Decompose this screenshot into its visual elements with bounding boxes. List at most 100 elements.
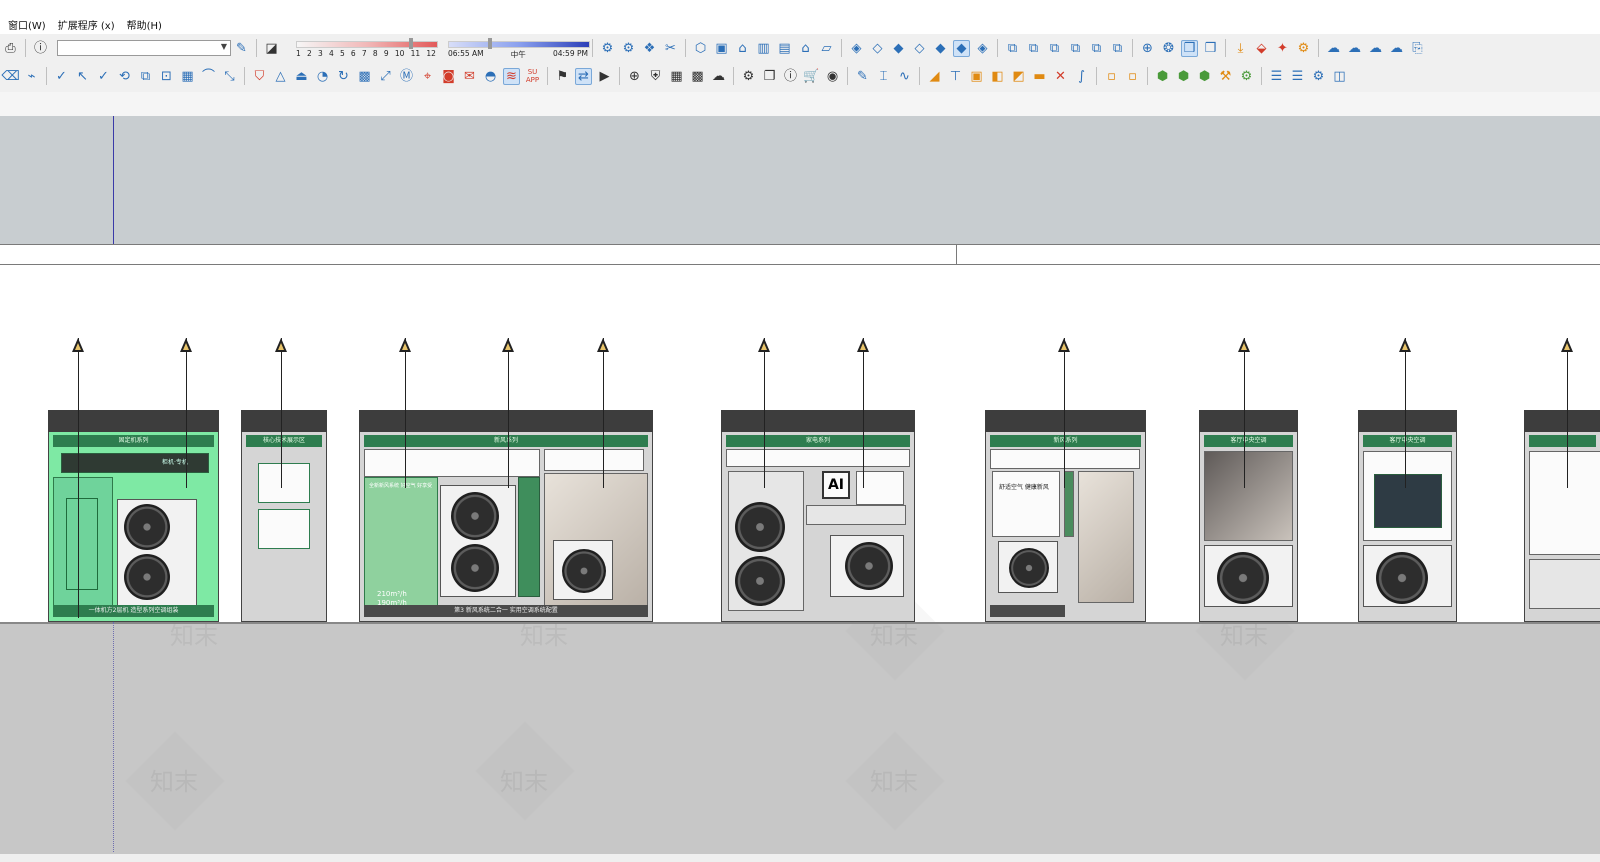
share-icon[interactable]: ⎘ (1409, 40, 1426, 57)
lasso-icon[interactable]: ⟲ (116, 68, 133, 85)
slider-handle[interactable] (409, 38, 413, 49)
select-icon[interactable]: ✓ (95, 68, 112, 85)
pencil-icon[interactable]: ✎ (854, 68, 871, 85)
stack-icon[interactable]: ⬙ (1253, 40, 1270, 57)
dome-icon[interactable]: ◓ (482, 68, 499, 85)
copy-icon[interactable]: ⧉ (137, 68, 154, 85)
shadow-toggle-icon[interactable]: ◪ (263, 40, 280, 57)
cloud-icon[interactable]: ☁ (1367, 40, 1384, 57)
mail-icon[interactable]: ✉ (461, 68, 478, 85)
cube-icon[interactable]: ❒ (1202, 40, 1219, 57)
tape-icon[interactable]: ▬ (1031, 68, 1048, 85)
style-mono-icon[interactable]: ◈ (974, 40, 991, 57)
add-icon[interactable]: ⊕ (626, 68, 643, 85)
view-right-icon[interactable]: ▥ (755, 40, 772, 57)
style-shaded-icon[interactable]: ◆ (932, 40, 949, 57)
tape-icon[interactable]: ⌁ (23, 68, 40, 85)
stamp-icon[interactable]: ⏏ (293, 68, 310, 85)
select-icon[interactable]: ✓ (53, 68, 70, 85)
shadow-month-slider[interactable]: 12 34 56 78 9 10 11 12 (296, 37, 438, 59)
gear-icon[interactable]: ⚙ (1238, 68, 1255, 85)
gear-icon[interactable]: ⚙ (1310, 68, 1327, 85)
view-iso-icon[interactable]: ⬡ (692, 40, 709, 57)
style-wireframe-icon[interactable]: ◆ (890, 40, 907, 57)
booth-4[interactable]: 家电系列 AI (721, 410, 915, 622)
view-front-icon[interactable]: ⌂ (734, 40, 751, 57)
rect-icon[interactable]: ▫ (1124, 68, 1141, 85)
signal-icon[interactable]: ≋ (503, 67, 520, 85)
view-bottom-icon[interactable]: ▱ (818, 40, 835, 57)
tree-icon[interactable]: ⊤ (947, 68, 964, 85)
layers-icon[interactable]: ☰ (1289, 68, 1306, 85)
style-xray-icon[interactable]: ◈ (848, 40, 865, 57)
tag-icon[interactable]: ⚑ (554, 68, 571, 85)
layers-icon[interactable]: ☰ (1268, 68, 1285, 85)
eraser-icon[interactable]: ⌫ (1, 68, 19, 85)
scissors-icon[interactable]: ✂ (662, 40, 679, 57)
box-green-icon[interactable]: ⬢ (1175, 68, 1192, 85)
twist-icon[interactable]: ∿ (896, 68, 913, 85)
booth-3[interactable]: 新风系列 全新新风系统 好空气 好享受 210m³/h 190m³/h 第3 新… (359, 410, 653, 622)
ruler-icon[interactable]: ◢ (926, 68, 943, 85)
broom-icon[interactable]: ⚒ (1217, 68, 1234, 85)
settings-icon[interactable]: ⚙ (740, 68, 757, 85)
view-back-icon[interactable]: ▤ (776, 40, 793, 57)
grid-icon[interactable]: ▩ (356, 68, 373, 85)
pyramid-icon[interactable]: △ (272, 68, 289, 85)
expand-icon[interactable]: ⤢ (377, 68, 394, 85)
camera-icon[interactable]: ◙ (440, 68, 457, 85)
cloud-upload-icon[interactable]: ☁ (710, 68, 727, 85)
section-plane-icon[interactable]: ⧉ (1109, 40, 1126, 57)
drawing-canvas[interactable]: 知末 知末 知末 知末 知末 知末 知末 固定机系列 柜机·专机 一体机方2层机… (0, 116, 1600, 862)
cross-icon[interactable]: ✕ (1052, 68, 1069, 85)
booth-2[interactable]: 核心技术展示区 (241, 410, 327, 622)
menu-extensions[interactable]: 扩展程序 (x) (52, 17, 121, 32)
material-icon[interactable]: Ⓜ (398, 68, 415, 85)
scale-icon[interactable]: ⤡ (221, 68, 238, 85)
box-icon[interactable]: ⊡ (158, 68, 175, 85)
checker-icon[interactable]: ▦ (668, 68, 685, 85)
section-plane-icon[interactable]: ⧉ (1046, 40, 1063, 57)
bracket-icon[interactable]: ⌶ (875, 68, 892, 85)
style-hidden-icon[interactable]: ◇ (911, 40, 928, 57)
ruby-icon[interactable]: ✦ (1274, 40, 1291, 57)
style-textured-icon[interactable]: ◆ (953, 39, 970, 57)
video-icon[interactable]: ▶ (596, 68, 613, 85)
box-green-icon[interactable]: ⬢ (1196, 68, 1213, 85)
rect-icon[interactable]: ▫ (1103, 68, 1120, 85)
layer-select[interactable]: ▼ (57, 40, 231, 56)
menu-window[interactable]: 窗口(W) (0, 17, 52, 32)
download-icon[interactable]: ⤓ (1232, 40, 1249, 57)
cloud-gear-icon[interactable]: ☁ (1346, 40, 1363, 57)
crosshair-icon[interactable]: ⌖ (419, 68, 436, 85)
section-plane-icon[interactable]: ⧉ (1004, 40, 1021, 57)
swirl-icon[interactable]: ∫ (1073, 68, 1090, 85)
swap-icon[interactable]: ⇄ (575, 67, 592, 85)
info-icon[interactable]: ⓘ (782, 68, 799, 85)
section-plane-icon[interactable]: ⧉ (1088, 40, 1105, 57)
print-icon[interactable]: ⎙ (2, 40, 19, 57)
su-app-icon[interactable]: SU APP (524, 68, 541, 85)
curve-icon[interactable]: ⌒ (200, 68, 217, 85)
pointer-icon[interactable]: ↖ (74, 68, 91, 85)
style-backedge-icon[interactable]: ◇ (869, 40, 886, 57)
refresh-icon[interactable]: ↻ (335, 68, 352, 85)
gear-icon[interactable]: ⚙ (1295, 40, 1312, 57)
menu-help[interactable]: 帮助(H) (121, 17, 168, 32)
slider-handle[interactable] (488, 38, 492, 49)
cloud-link-icon[interactable]: ☁ (1325, 40, 1342, 57)
view-top-icon[interactable]: ▣ (713, 40, 730, 57)
cart-icon[interactable]: 🛒 (803, 68, 820, 85)
shape-icon[interactable]: ◧ (989, 68, 1006, 85)
section-plane-icon[interactable]: ⧉ (1025, 40, 1042, 57)
window-icon[interactable]: ❐ (761, 68, 778, 85)
kg-icon[interactable]: ⛉ (251, 68, 268, 85)
gear-icon[interactable]: ⚙ (599, 40, 616, 57)
layer-pencil-icon[interactable]: ✎ (233, 40, 250, 57)
orbit-icon[interactable]: ⊕ (1139, 40, 1156, 57)
cubes-icon[interactable]: ❖ (641, 40, 658, 57)
gear-icon[interactable]: ⚙ (620, 40, 637, 57)
view-left-icon[interactable]: ⌂ (797, 40, 814, 57)
cloud-icon[interactable]: ☁ (1388, 40, 1405, 57)
shape-icon[interactable]: ◩ (1010, 68, 1027, 85)
